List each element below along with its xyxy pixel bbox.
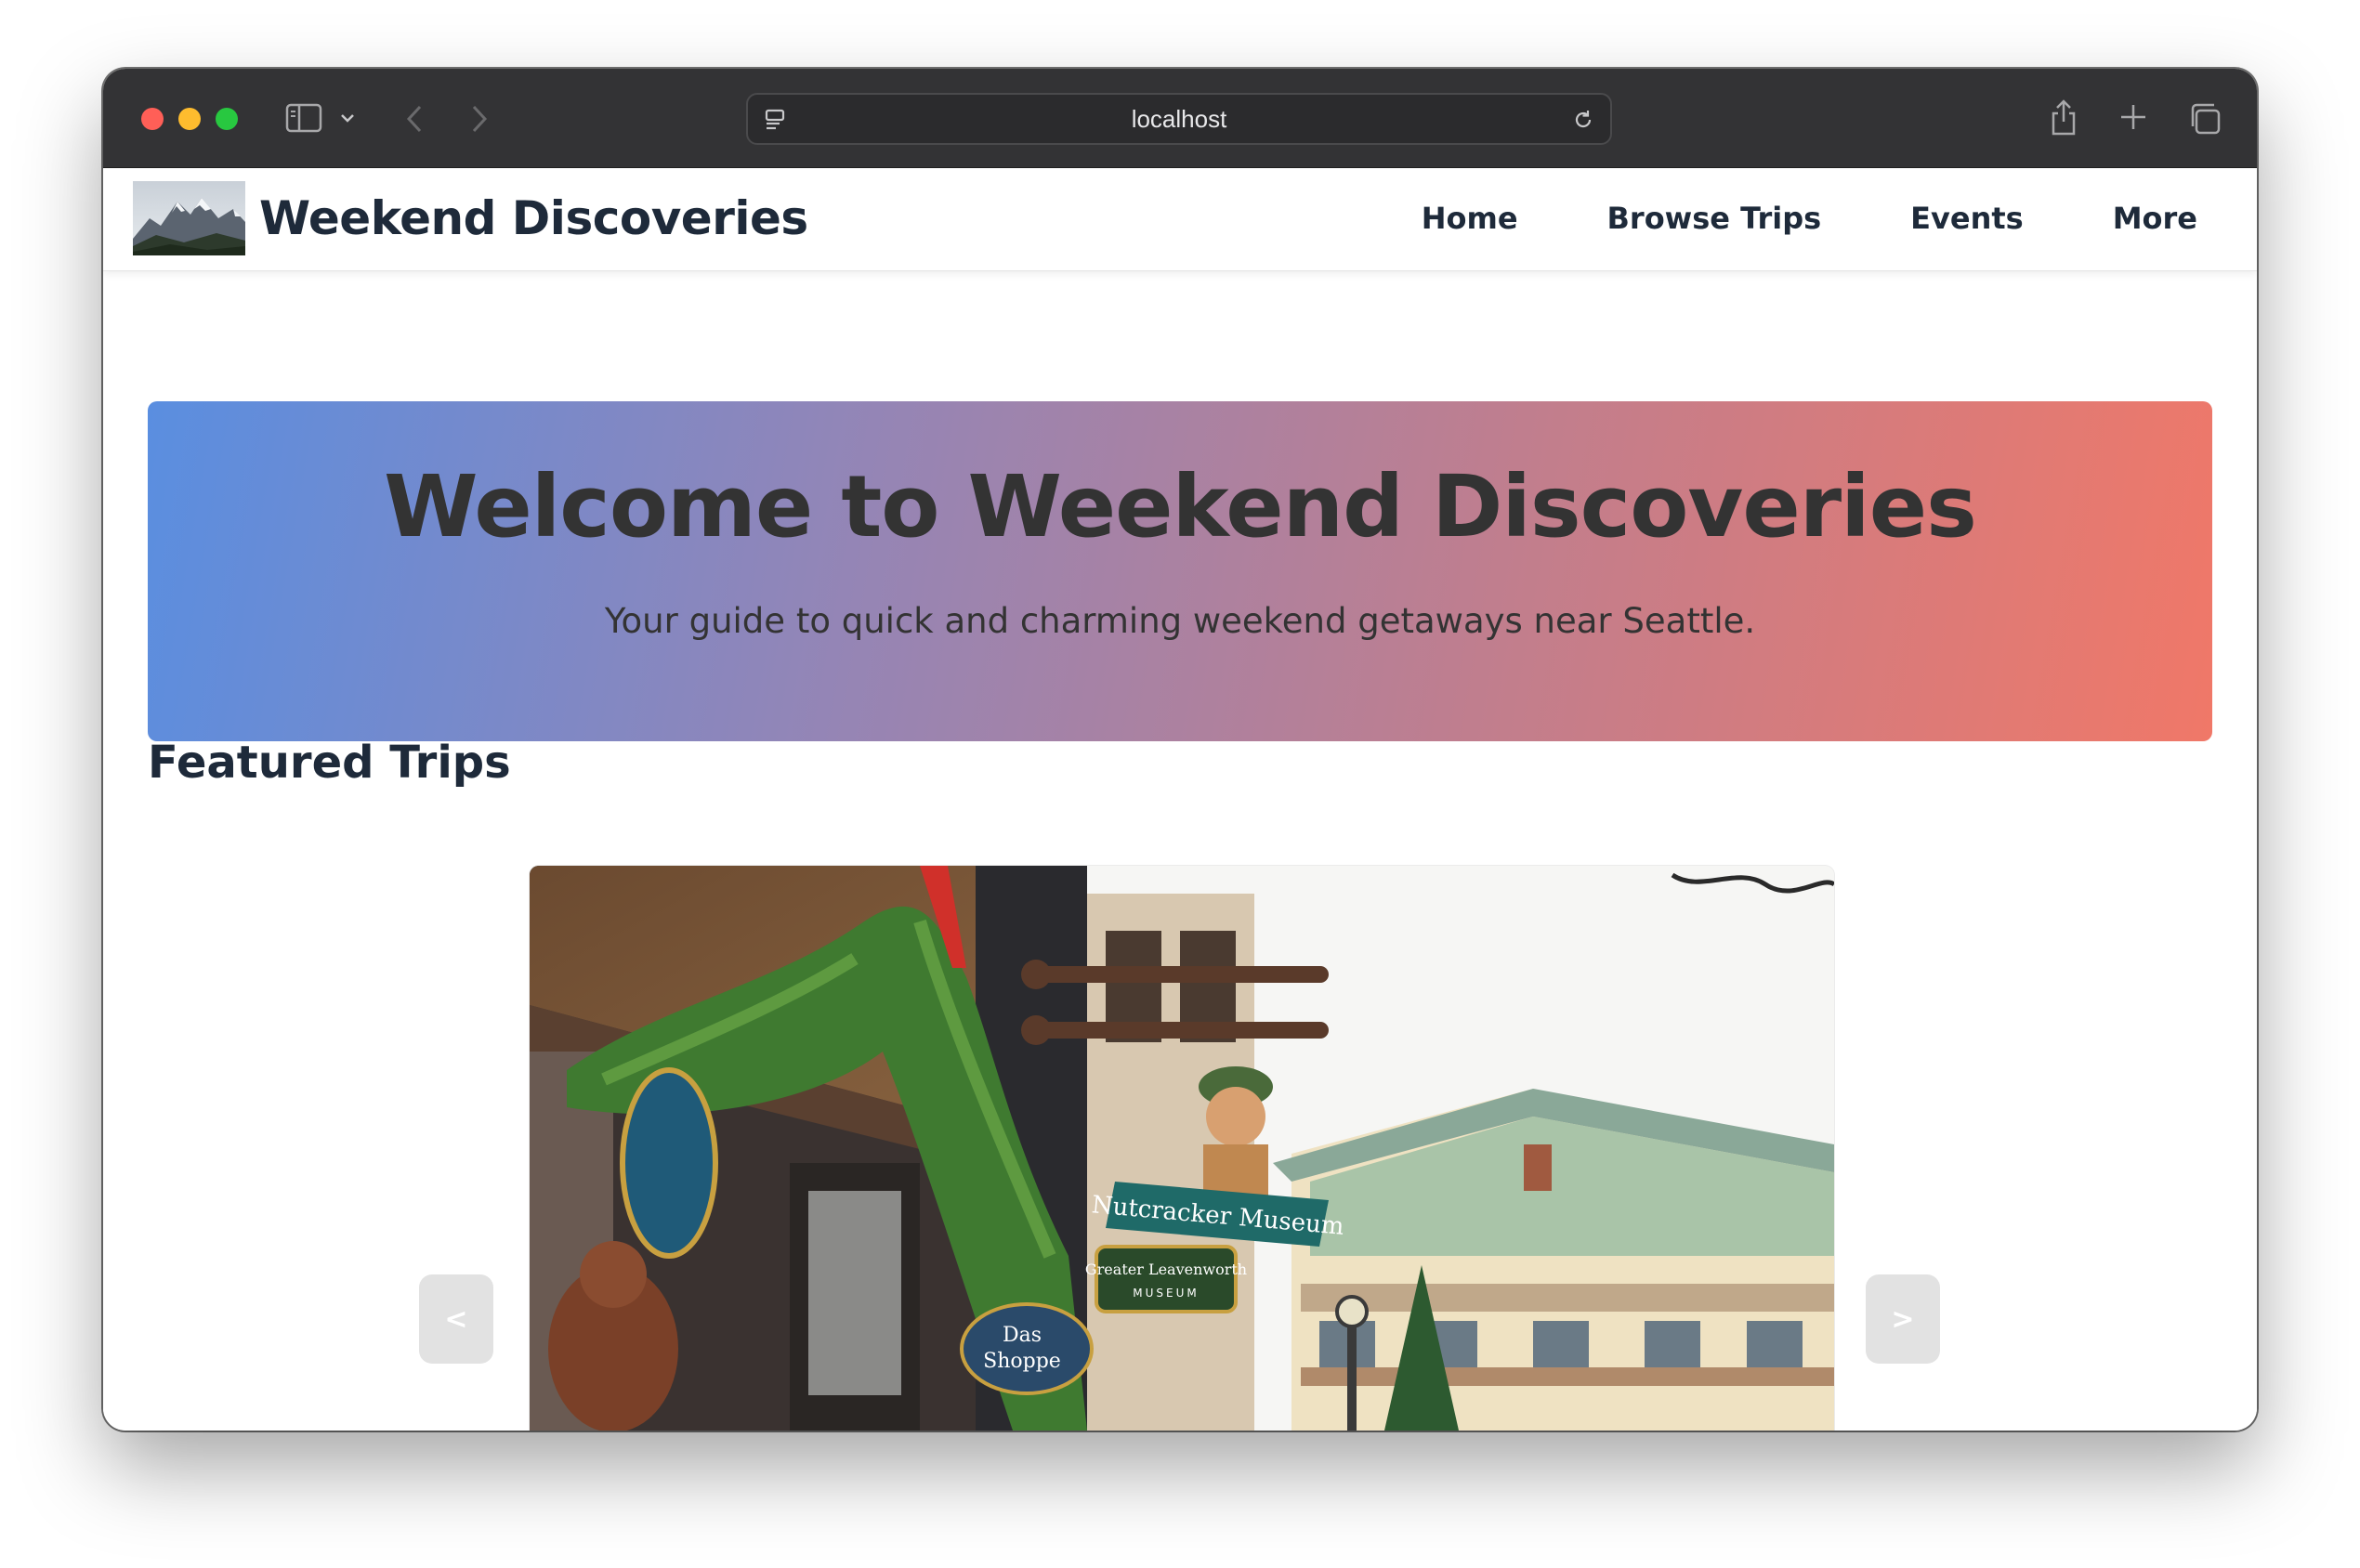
greater-leavenworth-sign-text: Greater Leavenworth [1085,1261,1247,1278]
nav-events-link[interactable]: Events [1910,189,2024,248]
address-bar[interactable]: localhost [746,93,1612,145]
hero-banner: Welcome to Weekend Discoveries Your guid… [148,401,2212,741]
das-sign-text: Das [1003,1324,1042,1347]
browser-window: localhost Weekend Discoveries Home Brows… [103,69,2257,1431]
tab-overview-icon[interactable] [2184,98,2225,139]
hero-title: Welcome to Weekend Discoveries [384,457,1977,556]
main-nav: Home Browse Trips Events More [1422,189,2197,248]
site-navbar: Weekend Discoveries Home Browse Trips Ev… [103,168,2257,271]
nav-more-link[interactable]: More [2113,189,2197,248]
hero-subtitle: Your guide to quick and charming weekend… [604,601,1756,641]
brand-title[interactable]: Weekend Discoveries [259,189,808,248]
forward-arrow-icon[interactable] [465,102,493,136]
featured-trip-photo[interactable]: Nutcracker Museum Greater Leavenworth MU… [530,866,1834,1431]
plus-icon[interactable] [2115,98,2152,136]
reload-icon[interactable] [1569,106,1597,134]
minimize-window-button[interactable] [178,108,201,130]
close-window-button[interactable] [141,108,164,130]
carousel-prev-button[interactable]: < [419,1274,493,1364]
url-text[interactable]: localhost [748,95,1610,143]
nav-home-link[interactable]: Home [1422,189,1518,248]
share-icon[interactable] [2045,95,2082,139]
web-page: Weekend Discoveries Home Browse Trips Ev… [103,168,2257,1431]
carousel-next-button[interactable]: > [1866,1274,1940,1364]
nav-browse-trips-link[interactable]: Browse Trips [1607,189,1822,248]
featured-trips-heading: Featured Trips [148,737,511,789]
shoppe-sign-text: Shoppe [983,1350,1061,1373]
sidebar-toggle-icon[interactable] [284,101,323,135]
back-arrow-icon[interactable] [400,102,428,136]
museum-sign-text: MUSEUM [1133,1287,1199,1300]
maximize-window-button[interactable] [216,108,238,130]
browser-titlebar: localhost [103,69,2257,168]
mountain-logo-image[interactable] [133,181,245,255]
chevron-down-icon[interactable] [337,106,358,130]
